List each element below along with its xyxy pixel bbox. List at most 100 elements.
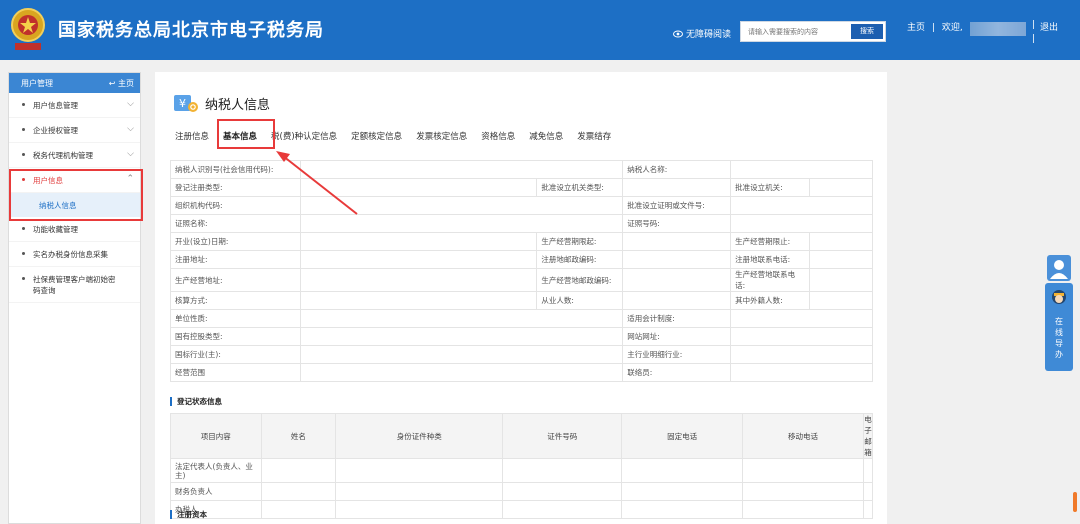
online-guide-widget[interactable]: 在线导办 bbox=[1045, 255, 1073, 371]
field-value bbox=[809, 268, 873, 292]
field-value bbox=[809, 291, 873, 310]
user-name-redacted bbox=[970, 22, 1026, 36]
tab-qualification[interactable]: 资格信息 bbox=[481, 130, 515, 142]
sidebar-item-realname[interactable]: 实名办税身份信息采集 bbox=[9, 242, 140, 267]
sidebar-home-label: 主页 bbox=[118, 78, 134, 88]
field-value bbox=[299, 309, 624, 328]
tab-invoice-approval[interactable]: 发票核定信息 bbox=[416, 130, 467, 142]
table-row: 经营范围 联络员: bbox=[170, 363, 873, 382]
sidebar-item-label: 用户信息管理 bbox=[33, 101, 78, 110]
field-label: 生产经营地址: bbox=[170, 268, 301, 292]
home-link[interactable]: 主页 bbox=[907, 23, 925, 33]
field-label: 批准设立机关: bbox=[730, 178, 811, 197]
field-label: 其中外籍人数: bbox=[730, 291, 811, 310]
field-label: 适用会计制度: bbox=[622, 309, 732, 328]
field-value bbox=[622, 232, 732, 251]
sidebar-item-label: 企业授权管理 bbox=[33, 126, 78, 135]
table-row: 财务负责人 bbox=[170, 482, 873, 501]
field-label: 证照号码: bbox=[622, 214, 732, 233]
scroll-indicator[interactable] bbox=[1073, 492, 1077, 512]
field-label: 登记注册类型: bbox=[170, 178, 301, 197]
sidebar-title: 用户管理 bbox=[21, 78, 53, 88]
agent-avatar-icon bbox=[1052, 290, 1066, 304]
tab-tax-type[interactable]: 税(费)种认定信息 bbox=[271, 130, 337, 142]
field-label: 批准设立证明或文件号: bbox=[622, 196, 732, 215]
sidebar-item-label: 社保费管理客户端初始密码查询 bbox=[33, 275, 116, 295]
field-label: 经营范围 bbox=[170, 363, 301, 382]
table-header-row: 项目内容 姓名 身份证件种类 证件号码 固定电话 移动电话 电子邮箱 bbox=[170, 413, 873, 459]
bullet-icon bbox=[22, 128, 25, 131]
table-row: 单位性质: 适用会计制度: bbox=[170, 309, 873, 328]
col-header: 证件号码 bbox=[502, 413, 623, 459]
search-box: 搜索 bbox=[740, 21, 886, 42]
bullet-icon bbox=[22, 103, 25, 106]
field-label: 开业(设立)日期: bbox=[170, 232, 301, 251]
top-separator-3: | bbox=[1032, 34, 1036, 44]
field-value bbox=[299, 327, 624, 346]
user-avatar-icon bbox=[1047, 255, 1071, 281]
field-label: 注册地址: bbox=[170, 250, 301, 269]
col-header: 电子邮箱 bbox=[863, 413, 873, 459]
tab-exemption[interactable]: 减免信息 bbox=[529, 130, 563, 142]
row-label: 财务负责人 bbox=[170, 482, 262, 501]
section-capital: 注册资本 bbox=[170, 510, 207, 519]
field-label: 证照名称: bbox=[170, 214, 301, 233]
field-label: 生产经营地联系电话: bbox=[730, 268, 811, 292]
field-value bbox=[622, 178, 732, 197]
sidebar-item-label: 实名办税身份信息采集 bbox=[33, 250, 108, 259]
field-label: 国有控股类型: bbox=[170, 327, 301, 346]
svg-text:¥: ¥ bbox=[179, 97, 186, 110]
table-row: 国有控股类型: 网站网址: bbox=[170, 327, 873, 346]
logout-link[interactable]: 退出 bbox=[1040, 20, 1058, 33]
field-value bbox=[730, 309, 873, 328]
field-value bbox=[299, 250, 538, 269]
field-label: 生产经营期限止: bbox=[730, 232, 811, 251]
field-label: 主行业明细行业: bbox=[622, 345, 732, 364]
top-separator: | bbox=[931, 23, 935, 33]
field-label: 单位性质: bbox=[170, 309, 301, 328]
eye-icon bbox=[673, 30, 683, 37]
sidebar-item-label: 税务代理机构管理 bbox=[33, 151, 93, 160]
field-value bbox=[730, 345, 873, 364]
table-row: 开业(设立)日期: 生产经营期限起: 生产经营期限止: bbox=[170, 232, 873, 251]
taxpayer-info-table: 纳税人识别号(社会信用代码): 纳税人名称: 登记注册类型: 批准设立机关类型: 批准设… bbox=[170, 160, 873, 382]
accessibility-link[interactable]: 无障碍阅读 bbox=[673, 27, 731, 40]
sidebar-item-enterprise-auth[interactable]: 企业授权管理 ⌵ bbox=[9, 118, 140, 143]
field-label: 注册地邮政编码: bbox=[536, 250, 624, 269]
field-label: 核算方式: bbox=[170, 291, 301, 310]
field-value bbox=[730, 214, 873, 233]
bullet-icon bbox=[22, 227, 25, 230]
top-header: 国家税务总局北京市电子税务局 无障碍阅读 搜索 主页 | 欢迎, | | 退出 bbox=[0, 0, 1080, 60]
tab-quota[interactable]: 定额核定信息 bbox=[351, 130, 402, 142]
sidebar-item-user-info-mgmt[interactable]: 用户信息管理 ⌵ bbox=[9, 93, 140, 118]
sidebar-item-label: 功能收藏管理 bbox=[33, 225, 78, 234]
tab-register-info[interactable]: 注册信息 bbox=[175, 130, 209, 142]
col-header: 移动电话 bbox=[742, 413, 864, 459]
sidebar-home-link[interactable]: ↩ 主页 bbox=[109, 78, 134, 89]
field-label: 批准设立机关类型: bbox=[536, 178, 624, 197]
col-header: 身份证件种类 bbox=[335, 413, 504, 459]
field-value bbox=[299, 232, 538, 251]
field-value bbox=[299, 291, 538, 310]
col-header: 固定电话 bbox=[621, 413, 744, 459]
search-button[interactable]: 搜索 bbox=[851, 24, 883, 39]
field-value bbox=[299, 268, 538, 292]
field-label: 组织机构代码: bbox=[170, 196, 301, 215]
welcome-text: 欢迎, bbox=[941, 23, 963, 33]
online-guide-label: 在线导办 bbox=[1055, 317, 1063, 359]
chevron-down-icon: ⌵ bbox=[127, 149, 134, 159]
table-row: 法定代表人(负责人、业主) bbox=[170, 458, 873, 483]
sidebar-item-social-security-pwd[interactable]: 社保费管理客户端初始密码查询 bbox=[9, 267, 140, 303]
sidebar-item-tax-agency[interactable]: 税务代理机构管理 ⌵ bbox=[9, 143, 140, 168]
tab-invoice-stock[interactable]: 发票结存 bbox=[577, 130, 611, 142]
table-row: 国标行业(主): 主行业明细行业: bbox=[170, 345, 873, 364]
top-links: 主页 | 欢迎, bbox=[907, 20, 967, 33]
field-value bbox=[299, 363, 624, 382]
online-guide-panel: 在线导办 bbox=[1045, 283, 1073, 371]
field-label: 国标行业(主): bbox=[170, 345, 301, 364]
tax-emblem-logo bbox=[11, 8, 45, 50]
field-value bbox=[730, 196, 873, 215]
search-input[interactable] bbox=[743, 23, 851, 40]
field-label: 注册地联系电话: bbox=[730, 250, 811, 269]
col-header: 项目内容 bbox=[170, 413, 262, 459]
